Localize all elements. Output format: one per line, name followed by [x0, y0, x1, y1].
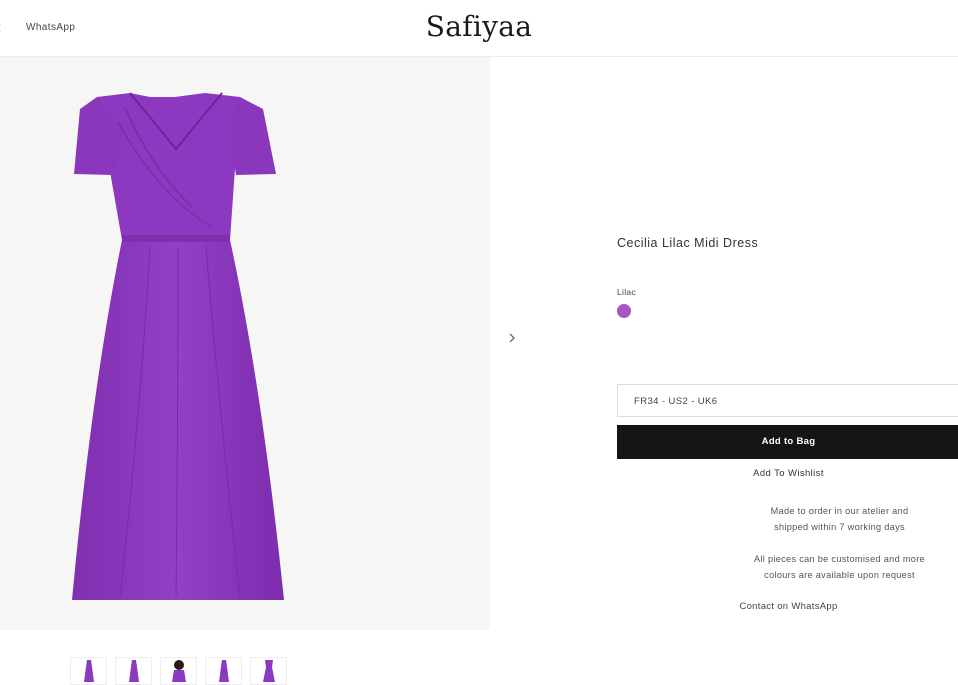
product-title: Cecilia Lilac Midi Dress	[617, 236, 759, 250]
add-to-wishlist-link[interactable]: Add To Wishlist	[617, 468, 958, 479]
contact-whatsapp-link[interactable]: Contact on WhatsApp	[617, 601, 958, 612]
made-to-order-line-2: shipped within 7 working days	[774, 522, 905, 532]
chevron-right-icon[interactable]	[505, 330, 519, 346]
add-to-bag-button[interactable]: Add to Bag	[617, 425, 958, 459]
size-select[interactable]: FR34 - US2 - UK6	[617, 384, 958, 417]
main-product-image[interactable]	[0, 57, 490, 630]
customise-note: All pieces can be customised and more co…	[727, 551, 952, 583]
colour-label: Lilac	[617, 287, 636, 297]
thumbnail-2[interactable]	[115, 657, 152, 685]
thumbnail-5[interactable]	[250, 657, 287, 685]
thumbnail-1[interactable]	[70, 657, 107, 685]
thumbnail-strip	[70, 657, 287, 685]
made-to-order-line-1: Made to order in our atelier and	[770, 506, 909, 516]
customise-line-1: All pieces can be customised and more	[754, 554, 925, 564]
colour-swatch-lilac[interactable]	[617, 304, 631, 318]
made-to-order-note: Made to order in our atelier and shipped…	[727, 503, 952, 535]
thumbnail-3[interactable]	[160, 657, 197, 685]
product-info: Cecilia Lilac Midi Dress Lilac FR34 - US…	[617, 0, 958, 630]
customise-line-2: colours are available upon request	[764, 570, 915, 580]
product-gallery	[0, 57, 490, 685]
thumbnail-4[interactable]	[205, 657, 242, 685]
